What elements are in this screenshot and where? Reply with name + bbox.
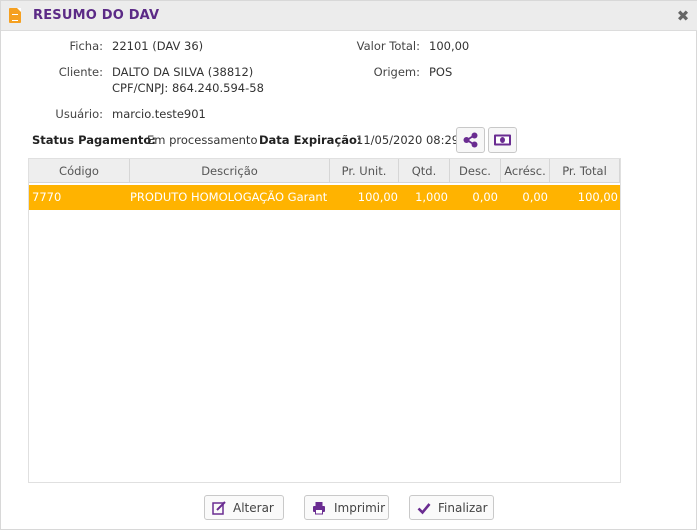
cell-codigo: 7770 xyxy=(32,190,62,204)
col-descricao[interactable]: Descrição xyxy=(130,159,330,183)
data-expiracao-value: 11/05/2020 08:29 xyxy=(356,133,460,147)
printer-icon xyxy=(313,502,325,515)
col-qtd[interactable]: Qtd. xyxy=(399,159,450,183)
valor-total-value: 100,00 xyxy=(429,39,470,53)
items-grid: Código Descrição Pr. Unit. Qtd. Desc. Ac… xyxy=(28,158,621,483)
status-pagamento-label: Status Pagamento: xyxy=(32,133,156,147)
usuario-value: marcio.teste901 xyxy=(112,107,206,121)
share-button[interactable] xyxy=(456,127,485,153)
cell-qtd: 1,000 xyxy=(415,190,448,204)
origem-label: Origem: xyxy=(373,65,420,79)
valor-total-label: Valor Total: xyxy=(356,39,420,53)
cliente-value: DALTO DA SILVA (38812) xyxy=(112,65,254,79)
status-pagamento-value: Em processamento xyxy=(147,133,258,147)
document-icon xyxy=(9,8,21,23)
table-row[interactable]: 7770 PRODUTO HOMOLOGAÇÃO Garantia le 100… xyxy=(29,185,620,210)
ficha-label: Ficha: xyxy=(69,39,103,53)
money-button[interactable] xyxy=(488,127,517,153)
check-icon xyxy=(417,503,431,515)
col-pr-total[interactable]: Pr. Total xyxy=(550,159,620,183)
finalizar-label: Finalizar xyxy=(438,501,488,515)
cpf-cnpj-value: CPF/CNPJ: 864.240.594-58 xyxy=(112,81,264,95)
edit-icon xyxy=(212,501,226,515)
imprimir-button[interactable]: Imprimir xyxy=(304,495,389,520)
share-icon xyxy=(463,132,478,148)
title-bar: RESUMO DO DAV ✖ xyxy=(1,1,697,31)
close-icon[interactable]: ✖ xyxy=(676,9,690,24)
col-pr-unit[interactable]: Pr. Unit. xyxy=(330,159,399,183)
origem-value: POS xyxy=(429,65,453,79)
col-desc[interactable]: Desc. xyxy=(450,159,501,183)
finalizar-button[interactable]: Finalizar xyxy=(409,495,494,520)
grid-header: Código Descrição Pr. Unit. Qtd. Desc. Ac… xyxy=(29,159,620,183)
data-expiracao-label: Data Expiração: xyxy=(259,133,362,147)
usuario-label: Usuário: xyxy=(55,107,103,121)
imprimir-label: Imprimir xyxy=(334,501,386,515)
ficha-value: 22101 (DAV 36) xyxy=(112,39,204,53)
cell-acresc: 0,00 xyxy=(522,190,548,204)
dialog-title: RESUMO DO DAV xyxy=(33,8,160,23)
alterar-button[interactable]: Alterar xyxy=(204,495,284,520)
cell-descricao: PRODUTO HOMOLOGAÇÃO Garantia le xyxy=(130,190,328,204)
cell-desc: 0,00 xyxy=(472,190,498,204)
col-acresc[interactable]: Acrésc. xyxy=(501,159,550,183)
resumo-dav-dialog: RESUMO DO DAV ✖ Ficha: 22101 (DAV 36) Cl… xyxy=(0,0,697,530)
col-codigo[interactable]: Código xyxy=(29,159,130,183)
cell-pr-unit: 100,00 xyxy=(357,190,398,204)
money-icon xyxy=(494,134,511,146)
cliente-label: Cliente: xyxy=(58,65,103,79)
cell-pr-total: 100,00 xyxy=(577,190,618,204)
alterar-label: Alterar xyxy=(233,501,274,515)
